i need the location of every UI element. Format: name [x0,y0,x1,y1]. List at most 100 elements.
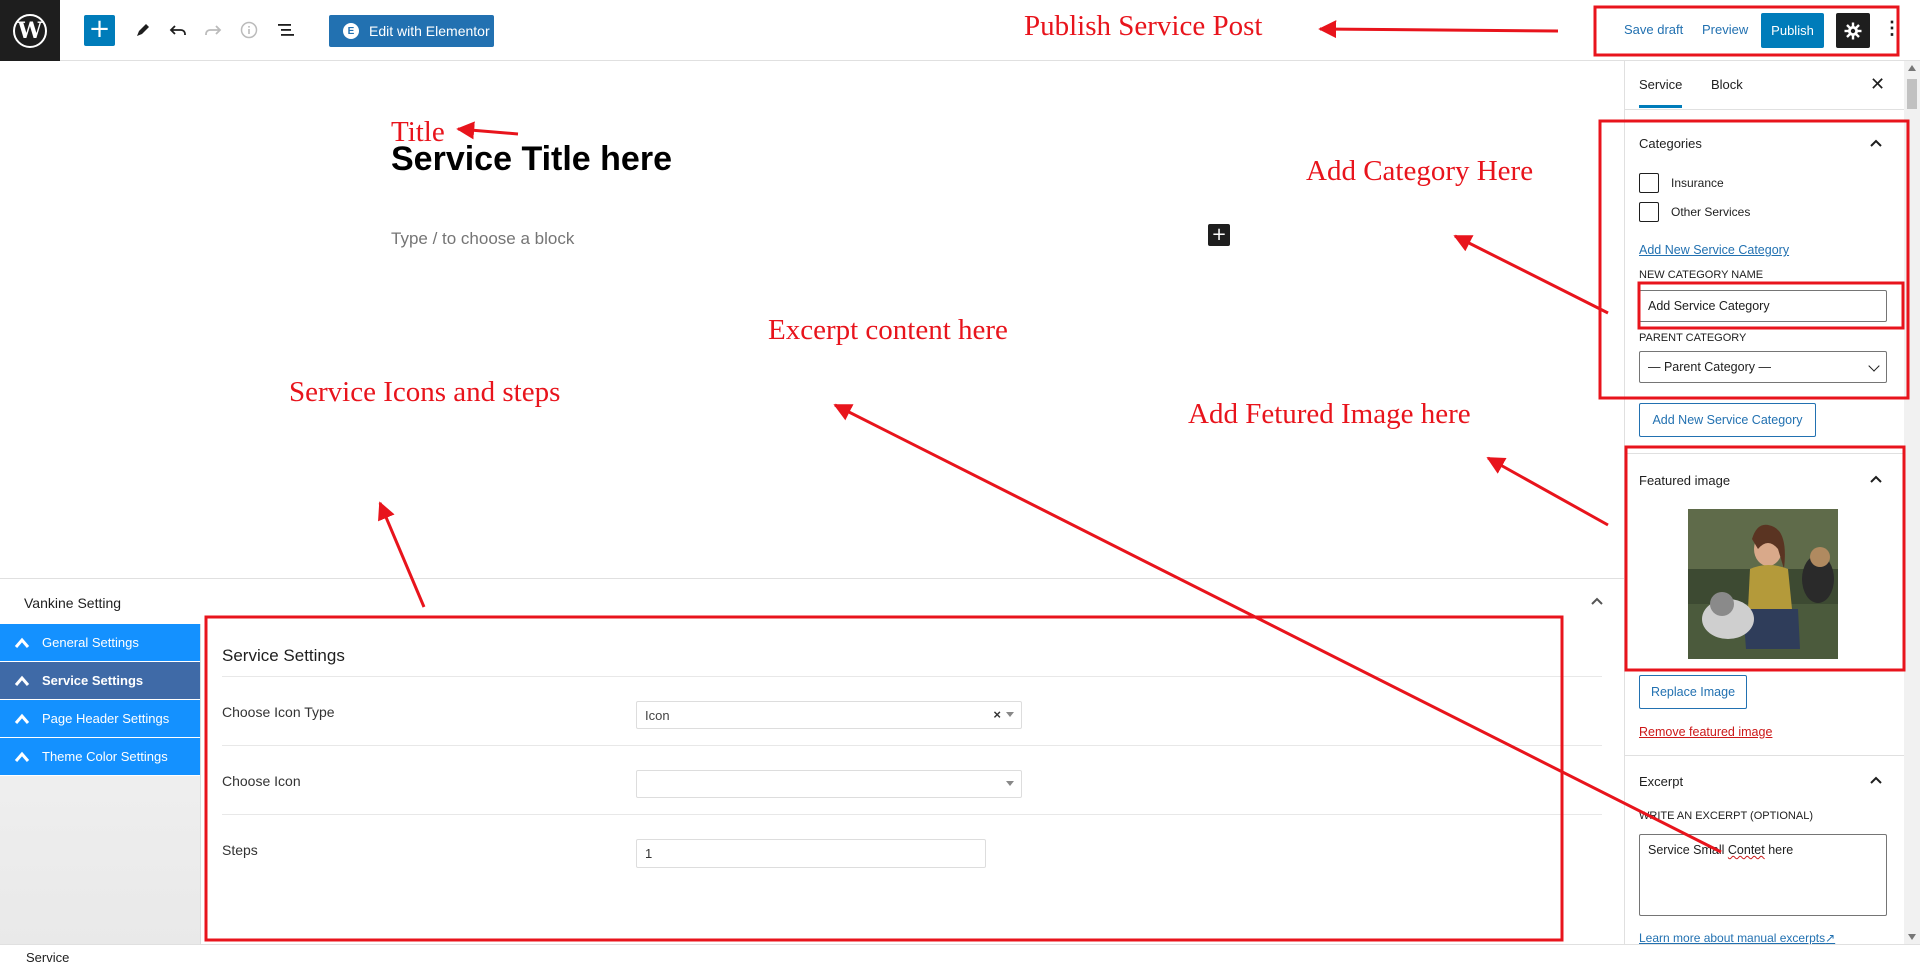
featured-image-arrow [1486,456,1609,527]
nav-label: Service Settings [42,673,144,688]
field-row-choose-icon: Choose Icon [222,746,1602,815]
annotation-featured-image: Add Fetured Image here [1188,398,1471,430]
preview-button[interactable]: Preview [1702,22,1748,37]
field-label: Steps [222,842,258,858]
sidebar-tabs: Service Block ✕ [1625,61,1904,110]
excerpt-text: Service Small [1648,843,1728,857]
info-icon[interactable] [235,16,263,44]
excerpt-textarea[interactable]: Service Small Contet here [1639,834,1887,916]
tab-service[interactable]: Service [1639,77,1683,108]
nav-general-settings[interactable]: General Settings [0,624,200,662]
elementor-icon: E [343,23,359,39]
wordpress-icon: W [13,13,47,48]
title-arrow [456,121,519,140]
metabox-nav: General Settings Service Settings Page H… [0,624,201,945]
field-row-icon-type: Choose Icon Type Icon × [222,677,1602,746]
editor-screen: W + E Edit with Elementor Save draft Pre… [0,0,1920,969]
checkbox-other-services[interactable] [1639,202,1659,222]
chevron-up-icon [14,637,30,648]
nav-label: General Settings [42,635,139,650]
vankine-settings-metabox: Vankine Setting General Settings Service… [0,578,1624,945]
divider [1625,755,1904,756]
annotation-category: Add Category Here [1306,155,1534,187]
publish-button[interactable]: Publish [1761,13,1824,48]
inline-add-block-button[interactable]: + [1208,224,1230,246]
external-link-icon: ↗ [1825,931,1836,944]
new-category-name-input[interactable]: Add Service Category [1639,290,1887,322]
chevron-down-icon [1868,360,1880,372]
chevron-up-icon[interactable] [1869,138,1883,148]
block-placeholder[interactable]: Type / to choose a block [391,229,574,249]
edit-with-elementor-button[interactable]: E Edit with Elementor [329,15,494,47]
scroll-thumb[interactable] [1907,79,1917,109]
misspelled-word: Contet [1727,843,1765,857]
chevron-up-icon [14,675,30,686]
settings-toggle-button[interactable] [1836,13,1870,48]
remove-featured-image-link[interactable]: Remove featured image [1639,725,1772,739]
gear-icon [1844,22,1862,39]
edit-with-elementor-label: Edit with Elementor [369,23,490,39]
field-row-steps: Steps 1 [222,815,1602,884]
service-settings-panel: Service Settings Choose Icon Type Icon ×… [222,624,1602,884]
excerpt-label: Write an excerpt (optional) [1639,810,1813,822]
excerpt-title[interactable]: Excerpt [1639,774,1683,789]
category-label: Other Services [1671,205,1751,219]
annotation-icons: Service Icons and steps [289,376,561,408]
annotation-publish: Publish Service Post [1024,10,1263,42]
list-view-icon[interactable] [272,16,300,44]
nav-service-settings[interactable]: Service Settings [0,662,200,700]
divider [1625,453,1904,454]
field-label: Choose Icon Type [222,704,335,720]
top-toolbar: W + E Edit with Elementor Save draft Pre… [0,0,1920,61]
featured-image-thumbnail[interactable] [1688,509,1838,659]
close-icon[interactable]: ✕ [1870,74,1885,95]
tab-block[interactable]: Block [1711,77,1743,92]
wordpress-logo-button[interactable]: W [0,0,60,61]
pencil-tools-icon[interactable] [129,16,157,44]
nav-label: Page Header Settings [42,711,170,726]
featured-image-title[interactable]: Featured image [1639,473,1730,488]
replace-image-button[interactable]: Replace Image [1639,675,1747,709]
metabox-title: Vankine Setting [24,595,122,611]
annotation-excerpt: Excerpt content here [768,314,1008,346]
chevron-up-icon [14,713,30,724]
status-bar: Service [0,944,1920,969]
panel-heading: Service Settings [222,624,1602,677]
scroll-up-icon[interactable] [1908,65,1916,71]
sidebar-scrollbar[interactable] [1904,61,1920,944]
chevron-up-icon[interactable] [1869,474,1883,484]
save-draft-button[interactable]: Save draft [1624,22,1683,37]
chevron-up-icon [14,751,30,762]
annotation-title: Title [391,116,445,148]
dropdown-caret-icon [1006,712,1014,717]
redo-icon[interactable] [199,16,227,44]
learn-more-excerpts-link[interactable]: Learn more about manual excerpts↗ [1639,931,1835,944]
field-label: Choose Icon [222,773,301,789]
excerpt-text: here [1764,843,1794,857]
steps-input[interactable]: 1 [636,839,986,868]
add-new-category-button[interactable]: Add New Service Category [1639,403,1816,437]
category-arrow [1453,234,1609,315]
metabox-collapse-icon[interactable] [1590,593,1604,611]
add-new-category-link[interactable]: Add New Service Category [1639,243,1789,257]
new-category-name-label: New Category Name [1639,269,1764,281]
categories-title[interactable]: Categories [1639,136,1702,151]
choose-icon-select[interactable] [636,770,1022,798]
nav-label: Theme Color Settings [42,749,168,764]
dropdown-caret-icon [1006,781,1014,786]
select-value: Icon [645,708,670,723]
add-block-button[interactable]: + [84,15,115,46]
settings-sidebar: Service Block ✕ Categories Insurance Oth… [1624,61,1904,944]
checkbox-insurance[interactable] [1639,173,1659,193]
select-value: — Parent Category — [1648,360,1771,374]
chevron-up-icon[interactable] [1869,775,1883,785]
breadcrumb[interactable]: Service [26,950,69,965]
nav-page-header-settings[interactable]: Page Header Settings [0,700,200,738]
nav-theme-color-settings[interactable]: Theme Color Settings [0,738,200,776]
undo-icon[interactable] [164,16,192,44]
scroll-down-icon[interactable] [1908,934,1916,940]
more-options-icon[interactable]: ⋮ [1883,18,1901,39]
icon-type-select[interactable]: Icon × [636,701,1022,729]
clear-icon[interactable]: × [993,707,1001,722]
parent-category-select[interactable]: — Parent Category — [1639,351,1887,383]
